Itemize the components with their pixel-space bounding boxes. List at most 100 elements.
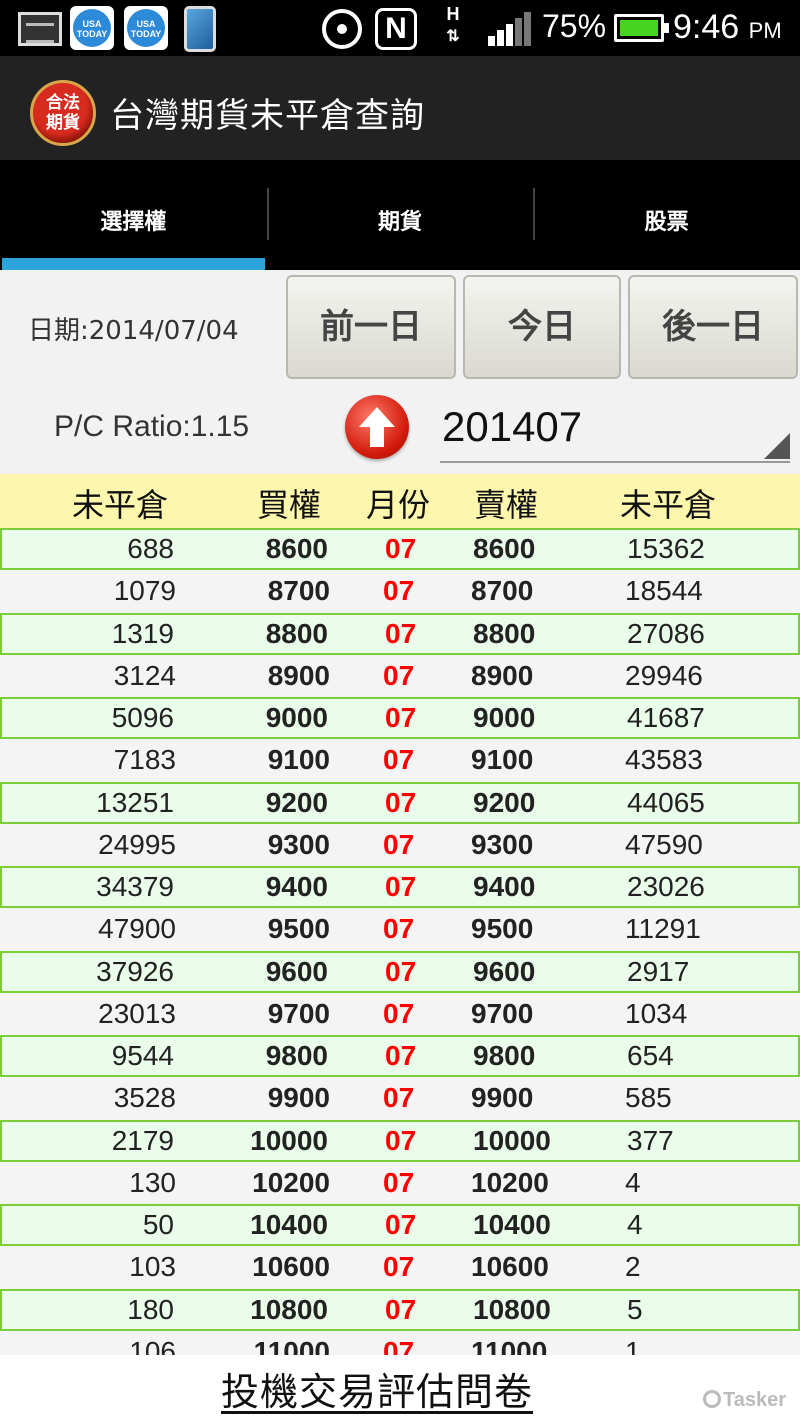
month-cell: 07: [383, 828, 415, 860]
date-label: 日期:2014/07/04: [28, 316, 239, 346]
table-row[interactable]: 7183 9100 07 9100 43583: [0, 739, 800, 782]
put-strike-cell: 10800: [473, 1293, 551, 1325]
gps-icon: [322, 9, 362, 49]
table-row[interactable]: 1319 8800 07 8800 27086: [0, 612, 800, 655]
call-strike-cell: 10000: [250, 1124, 328, 1156]
call-open-interest-cell: 130: [129, 1166, 176, 1198]
month-cell: 07: [383, 997, 415, 1029]
month-cell: 07: [385, 786, 417, 818]
call-open-interest-cell: 103: [129, 1251, 176, 1283]
tasker-gear-icon: [702, 1390, 721, 1408]
put-open-interest-cell: 18544: [625, 575, 703, 607]
battery-icon: [614, 14, 669, 42]
call-open-interest-cell: 37926: [96, 955, 174, 987]
table-row[interactable]: 23013 9700 07 9700 1034: [0, 992, 800, 1035]
call-open-interest-cell: 3124: [113, 659, 176, 691]
put-open-interest-cell: 1034: [625, 997, 688, 1029]
table-row[interactable]: 5096 9000 07 9000 41687: [0, 697, 800, 740]
put-open-interest-cell: 47590: [625, 828, 703, 860]
pc-ratio: P/C Ratio:1.15: [54, 410, 250, 443]
call-open-interest-cell: 7183: [113, 744, 176, 776]
put-strike-cell: 8800: [473, 617, 536, 649]
put-open-interest-cell: 4: [627, 1209, 643, 1240]
month-cell: 07: [383, 1335, 415, 1355]
call-strike-cell: 8600: [265, 533, 328, 564]
tab-stocks[interactable]: 股票: [533, 160, 800, 270]
put-strike-cell: 9100: [471, 744, 534, 776]
put-strike-cell: 9600: [473, 955, 536, 987]
call-strike-cell: 10800: [250, 1293, 328, 1325]
put-strike-cell: 10200: [471, 1166, 549, 1198]
call-strike-cell: 11000: [253, 1335, 330, 1355]
table-row[interactable]: 3528 9900 07 9900 585: [0, 1077, 800, 1120]
table-row[interactable]: 37926 9600 07 9600 2917: [0, 950, 800, 993]
phone-notification-icon: [184, 6, 216, 52]
call-open-interest-cell: 23013: [98, 997, 176, 1029]
month-select[interactable]: 201407: [440, 395, 790, 463]
put-open-interest-cell: 41687: [627, 702, 705, 733]
app-title: 台灣期貨未平倉查詢: [110, 96, 425, 136]
call-open-interest-cell: 13251: [96, 786, 174, 818]
today-button[interactable]: 今日: [463, 275, 621, 379]
put-strike-cell: 9000: [473, 702, 536, 733]
app-logo[interactable]: 合法期貨: [30, 80, 96, 146]
put-strike-cell: 9900: [471, 1082, 534, 1114]
put-open-interest-cell: 29946: [625, 659, 703, 691]
table-row[interactable]: 34379 9400 07 9400 23026: [0, 866, 800, 909]
call-strike-cell: 9500: [267, 913, 330, 945]
table-row[interactable]: 9544 9800 07 9800 654: [0, 1035, 800, 1078]
table-row[interactable]: 130 10200 07 10200 4: [0, 1161, 800, 1204]
put-strike-cell: 9200: [473, 786, 536, 818]
survey-link[interactable]: 投機交易評估問卷: [221, 1361, 533, 1416]
month-cell: 07: [385, 533, 417, 564]
tab-futures[interactable]: 期貨: [266, 160, 534, 270]
call-strike-cell: 9100: [267, 744, 330, 776]
call-strike-cell: 9900: [267, 1082, 330, 1114]
table-row[interactable]: 3124 8900 07 8900 29946: [0, 654, 800, 697]
call-strike-cell: 9700: [267, 997, 330, 1029]
call-strike-cell: 8900: [267, 659, 330, 691]
table-row[interactable]: 103 10600 07 10600 2: [0, 1246, 800, 1289]
month-cell: 07: [383, 1251, 415, 1283]
call-open-interest-cell: 1079: [113, 575, 176, 607]
put-open-interest-cell: 11291: [625, 913, 701, 945]
month-cell: 07: [385, 1124, 417, 1156]
put-strike-cell: 9800: [473, 1040, 536, 1071]
put-open-interest-cell: 5: [627, 1293, 643, 1325]
tab-options[interactable]: 選擇權: [0, 160, 267, 270]
table-row[interactable]: 180 10800 07 10800 5: [0, 1288, 800, 1331]
battery-percent: 75%: [542, 8, 607, 44]
app-logo-text: 合法期貨: [46, 93, 80, 133]
table-row[interactable]: 24995 9300 07 9300 47590: [0, 823, 800, 866]
next-day-button[interactable]: 後一日: [628, 275, 798, 379]
table-row[interactable]: 50 10400 07 10400 4: [0, 1204, 800, 1247]
month-cell: 07: [385, 1209, 417, 1240]
call-open-interest-cell: 9544: [111, 1040, 174, 1071]
put-strike-cell: 10400: [473, 1209, 551, 1240]
usa-today-notification-icon: USA TODAY: [124, 6, 168, 50]
tab-bar: 選擇權 期貨 股票: [0, 160, 800, 270]
call-open-interest-cell: 24995: [98, 828, 176, 860]
header-call: 買權: [257, 486, 322, 524]
put-open-interest-cell: 654: [627, 1040, 674, 1071]
call-strike-cell: 9600: [265, 955, 328, 987]
call-strike-cell: 10400: [250, 1209, 328, 1240]
options-table: 688 8600 07 8600 15362 1079 8700 07 8700 18544 131…: [0, 528, 800, 1355]
table-row[interactable]: 2179 10000 07 10000 377: [0, 1119, 800, 1162]
tasker-watermark: Tasker: [702, 1389, 786, 1412]
month-cell: 07: [385, 617, 417, 649]
header-put: 賣權: [474, 486, 539, 524]
call-open-interest-cell: 5096: [111, 702, 174, 733]
table-row[interactable]: 47900 9500 07 9500 11291: [0, 908, 800, 951]
table-row[interactable]: 1079 8700 07 8700 18544: [0, 570, 800, 613]
header-month: 月份: [366, 486, 431, 524]
signal-strength-icon: [488, 12, 532, 46]
previous-day-button[interactable]: 前一日: [286, 275, 456, 379]
month-cell: 07: [383, 575, 415, 607]
table-row[interactable]: 106 11000 07 11000 1: [0, 1330, 800, 1355]
put-strike-cell: 9300: [471, 828, 534, 860]
put-open-interest-cell: 585: [625, 1082, 672, 1114]
table-row[interactable]: 13251 9200 07 9200 44065: [0, 781, 800, 824]
put-open-interest-cell: 377: [627, 1124, 674, 1156]
table-row[interactable]: 688 8600 07 8600 15362: [0, 528, 800, 571]
